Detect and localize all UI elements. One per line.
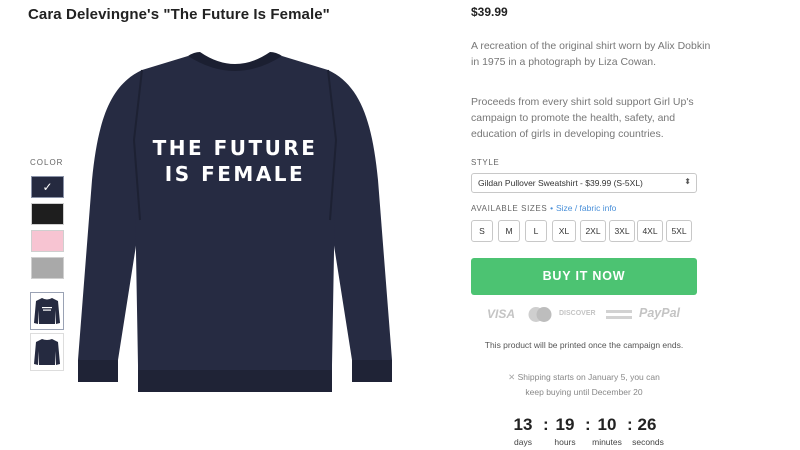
size-option-m[interactable]: M (498, 220, 520, 242)
color-swatch-pink[interactable] (31, 230, 64, 252)
countdown-minutes: 10 (597, 415, 617, 434)
countdown-separator: : (543, 415, 549, 434)
size-option-3xl[interactable]: 3XL (609, 220, 635, 242)
visa-icon: VISA (487, 307, 516, 321)
countdown-hours-label: hours (554, 437, 576, 447)
size-option-4xl[interactable]: 4XL (637, 220, 663, 242)
x-icon: ✕ (508, 373, 516, 383)
price: $39.99 (471, 5, 508, 19)
available-sizes-label: AVAILABLE SIZES (471, 204, 548, 213)
mastercard-icon (528, 307, 552, 322)
updown-chevron-icon: ⬍ (684, 177, 691, 186)
size-option-l[interactable]: L (525, 220, 547, 242)
buy-it-now-button[interactable]: BUY IT NOW (471, 258, 697, 295)
countdown-days: 13 (513, 415, 533, 434)
bullet-separator: • (550, 203, 554, 213)
print-note: This product will be printed once the ca… (484, 340, 684, 350)
shipping-line-1: Shipping starts on January 5, you can (517, 372, 660, 382)
style-select-value: Gildan Pullover Sweatshirt - $39.99 (S-5… (478, 178, 643, 188)
color-swatch-black[interactable] (31, 203, 64, 225)
countdown-minutes-label: minutes (592, 437, 622, 447)
shipping-line-2: keep buying until December 20 (525, 387, 643, 397)
checkmark-icon: ✓ (42, 180, 53, 194)
color-swatch-heather-grey[interactable] (31, 257, 64, 279)
countdown-timer: 13 : 19 : 10 : 26 days hours minutes sec… (506, 415, 676, 450)
description-paragraph-2: Proceeds from every shirt sold support G… (471, 96, 694, 140)
shirt-text-line2: IS FEMALE (164, 162, 306, 186)
size-option-5xl[interactable]: 5XL (666, 220, 692, 242)
color-swatch-navy[interactable]: ✓ (31, 176, 64, 198)
product-title: Cara Delevingne's "The Future Is Female" (28, 6, 330, 23)
countdown-seconds: 26 (637, 415, 657, 434)
countdown-separator: : (627, 415, 633, 434)
countdown-seconds-label: seconds (632, 437, 664, 447)
size-fabric-info-link[interactable]: Size / fabric info (556, 203, 616, 213)
countdown-days-label: days (514, 437, 532, 447)
discover-icon: DISCOVER (559, 310, 596, 317)
sweatshirt-image (78, 52, 392, 392)
description-paragraph-1: A recreation of the original shirt worn … (471, 40, 711, 68)
available-sizes-header: AVAILABLE SIZES • Size / fabric info (471, 203, 616, 213)
american-express-icon (606, 310, 632, 319)
paypal-icon: PayPal (639, 306, 681, 320)
size-option-xl[interactable]: XL (552, 220, 576, 242)
thumbnail-back[interactable] (30, 333, 64, 371)
sweatshirt-back-icon (34, 339, 60, 365)
shipping-info: ✕ Shipping starts on January 5, you can … (471, 370, 697, 399)
style-label: STYLE (471, 158, 500, 167)
size-option-s[interactable]: S (471, 220, 493, 242)
countdown-hours: 19 (555, 415, 575, 434)
thumbnail-front[interactable] (30, 292, 64, 330)
sweatshirt-front-icon (34, 298, 60, 324)
style-select[interactable]: Gildan Pullover Sweatshirt - $39.99 (S-5… (471, 173, 697, 193)
countdown-separator: : (585, 415, 591, 434)
size-option-2xl[interactable]: 2XL (580, 220, 606, 242)
shirt-text-line1: THE FUTURE (152, 136, 318, 160)
product-image: THE FUTURE IS FEMALE (70, 30, 400, 410)
color-label: COLOR (30, 158, 64, 167)
payment-methods: VISA DISCOVER PayPal (487, 305, 687, 325)
